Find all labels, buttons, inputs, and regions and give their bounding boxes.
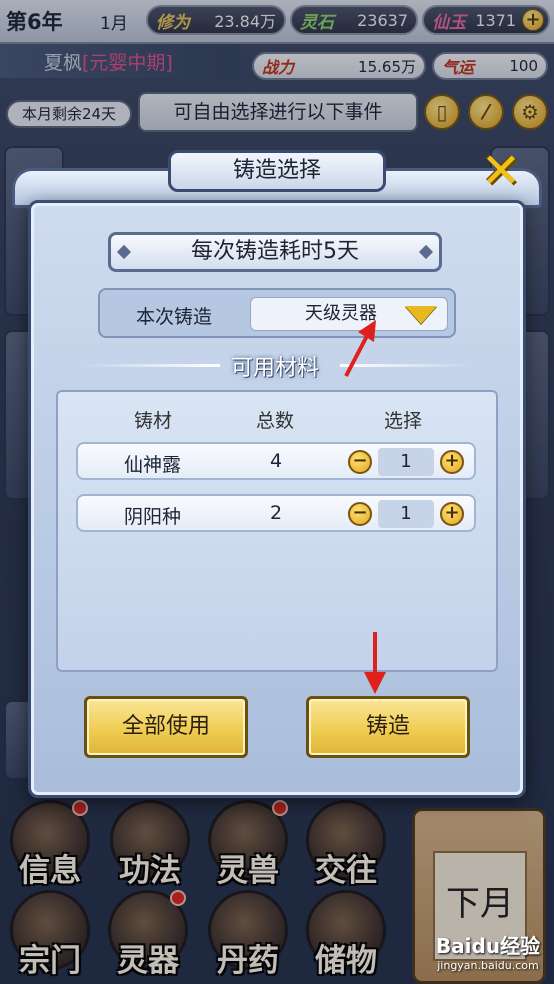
decrease-button[interactable]: − [348,502,372,526]
increase-button[interactable]: + [440,502,464,526]
material-name: 阴阳种 [124,506,182,528]
forge-button[interactable]: 铸造 [306,696,470,758]
quantity-field[interactable]: 1 [378,500,434,528]
material-row: 仙神露 4 − 1 + [76,442,476,480]
dropdown-arrow-icon[interactable] [405,306,437,324]
header-total: 总数 [256,410,295,432]
quantity-field[interactable]: 1 [378,448,434,476]
header-material: 铸材 [134,410,173,432]
forge-time-banner: 每次铸造耗时5天 [108,232,442,272]
close-icon[interactable]: ✕ [474,146,528,200]
dialog-title: 铸造选择 [168,150,386,192]
increase-button[interactable]: + [440,450,464,474]
material-row: 阴阳种 2 − 1 + [76,494,476,532]
material-total: 4 [270,450,283,472]
watermark: Baidu经验 jingyan.baidu.com [424,930,552,984]
annotation-arrow [364,632,386,694]
watermark-brand: Baidu经验 [435,934,541,958]
forge-type-row: 本次铸造 天级灵器 [98,288,456,338]
header-select: 选择 [384,410,423,432]
decrease-button[interactable]: − [348,450,372,474]
forge-type-label: 本次铸造 [136,306,213,328]
annotation-arrow [344,320,376,377]
watermark-url: jingyan.baidu.com [437,959,539,972]
divider-left [80,364,220,367]
materials-title: 可用材料 [230,356,319,381]
material-name: 仙神露 [124,454,182,476]
use-all-button[interactable]: 全部使用 [84,696,248,758]
material-total: 2 [270,502,283,524]
